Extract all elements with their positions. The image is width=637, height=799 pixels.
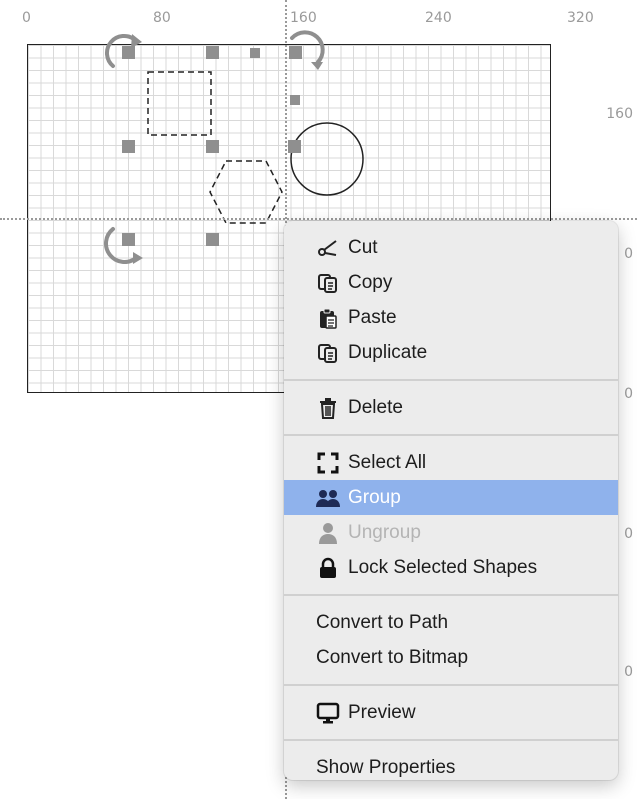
menu-item-label: Convert to Bitmap bbox=[316, 646, 469, 668]
group-icon bbox=[316, 486, 340, 510]
menu-item-label: Duplicate bbox=[348, 341, 428, 363]
menu-separator bbox=[284, 739, 618, 741]
copy-icon bbox=[316, 271, 340, 295]
menu-item-cut[interactable]: Cut bbox=[284, 230, 618, 265]
menu-item-label: Show Properties bbox=[316, 756, 456, 778]
menu-separator bbox=[284, 594, 618, 596]
menu-separator bbox=[284, 434, 618, 436]
lock-icon bbox=[316, 556, 340, 580]
selection-handle[interactable] bbox=[289, 46, 302, 59]
menu-item-label: Copy bbox=[348, 271, 393, 293]
scissors-icon bbox=[316, 236, 340, 260]
ruler-tick-label: 240 bbox=[425, 10, 452, 26]
menu-item-paste[interactable]: Paste bbox=[284, 300, 618, 335]
menu-item-label: Preview bbox=[348, 701, 416, 723]
ruler-tick-label: 0 bbox=[624, 246, 633, 262]
menu-item-show-properties[interactable]: Show Properties bbox=[284, 750, 618, 785]
menu-item-label: Select All bbox=[348, 451, 427, 473]
menu-item-label: Cut bbox=[348, 236, 378, 258]
ruler-tick-label: 0 bbox=[22, 10, 31, 26]
top-ruler: 0 80 160 240 320 bbox=[0, 0, 637, 30]
menu-item-convert-to-bitmap[interactable]: Convert to Bitmap bbox=[284, 640, 618, 675]
menu-item-delete[interactable]: Delete bbox=[284, 390, 618, 425]
menu-item-select-all[interactable]: Select All bbox=[284, 445, 618, 480]
menu-item-duplicate[interactable]: Duplicate bbox=[284, 335, 618, 370]
duplicate-icon bbox=[316, 341, 340, 365]
selection-handle[interactable] bbox=[122, 46, 135, 59]
menu-item-label: Lock Selected Shapes bbox=[348, 556, 538, 578]
menu-separator bbox=[284, 684, 618, 686]
ungroup-icon bbox=[316, 521, 340, 545]
ruler-tick-label: 80 bbox=[153, 10, 171, 26]
menu-item-label: Paste bbox=[348, 306, 397, 328]
ruler-tick-label: 160 bbox=[290, 10, 317, 26]
menu-item-lock-selected-shapes[interactable]: Lock Selected Shapes bbox=[284, 550, 618, 585]
selection-handle[interactable] bbox=[206, 233, 219, 246]
select-all-icon bbox=[316, 451, 340, 475]
menu-separator bbox=[284, 379, 618, 381]
selection-handle[interactable] bbox=[122, 140, 135, 153]
menu-item-label: Convert to Path bbox=[316, 611, 449, 633]
menu-item-convert-to-path[interactable]: Convert to Path bbox=[284, 605, 618, 640]
menu-item-label: Group bbox=[348, 486, 401, 508]
horizontal-guide-line[interactable] bbox=[0, 218, 637, 220]
selection-handle[interactable] bbox=[206, 140, 219, 153]
ruler-tick-label: 160 bbox=[606, 106, 633, 122]
menu-item-label: Delete bbox=[348, 396, 403, 418]
menu-item-copy[interactable]: Copy bbox=[284, 265, 618, 300]
selection-handle[interactable] bbox=[288, 140, 301, 153]
ruler-tick-label: 0 bbox=[624, 386, 633, 402]
selection-handle[interactable] bbox=[290, 95, 300, 105]
menu-item-group[interactable]: Group bbox=[284, 480, 618, 515]
context-menu: Cut Copy Paste Duplicate Delete Select A… bbox=[284, 221, 618, 780]
menu-item-label: Ungroup bbox=[348, 521, 421, 543]
menu-item-preview[interactable]: Preview bbox=[284, 695, 618, 730]
selection-handle[interactable] bbox=[122, 233, 135, 246]
monitor-icon bbox=[316, 701, 340, 725]
selection-handle[interactable] bbox=[206, 46, 219, 59]
clipboard-icon bbox=[316, 306, 340, 330]
trash-icon bbox=[316, 396, 340, 420]
selection-handle[interactable] bbox=[250, 48, 260, 58]
menu-item-ungroup[interactable]: Ungroup bbox=[284, 515, 618, 550]
ruler-tick-label: 0 bbox=[624, 526, 633, 542]
ruler-tick-label: 320 bbox=[567, 10, 594, 26]
ruler-tick-label: 0 bbox=[624, 664, 633, 680]
